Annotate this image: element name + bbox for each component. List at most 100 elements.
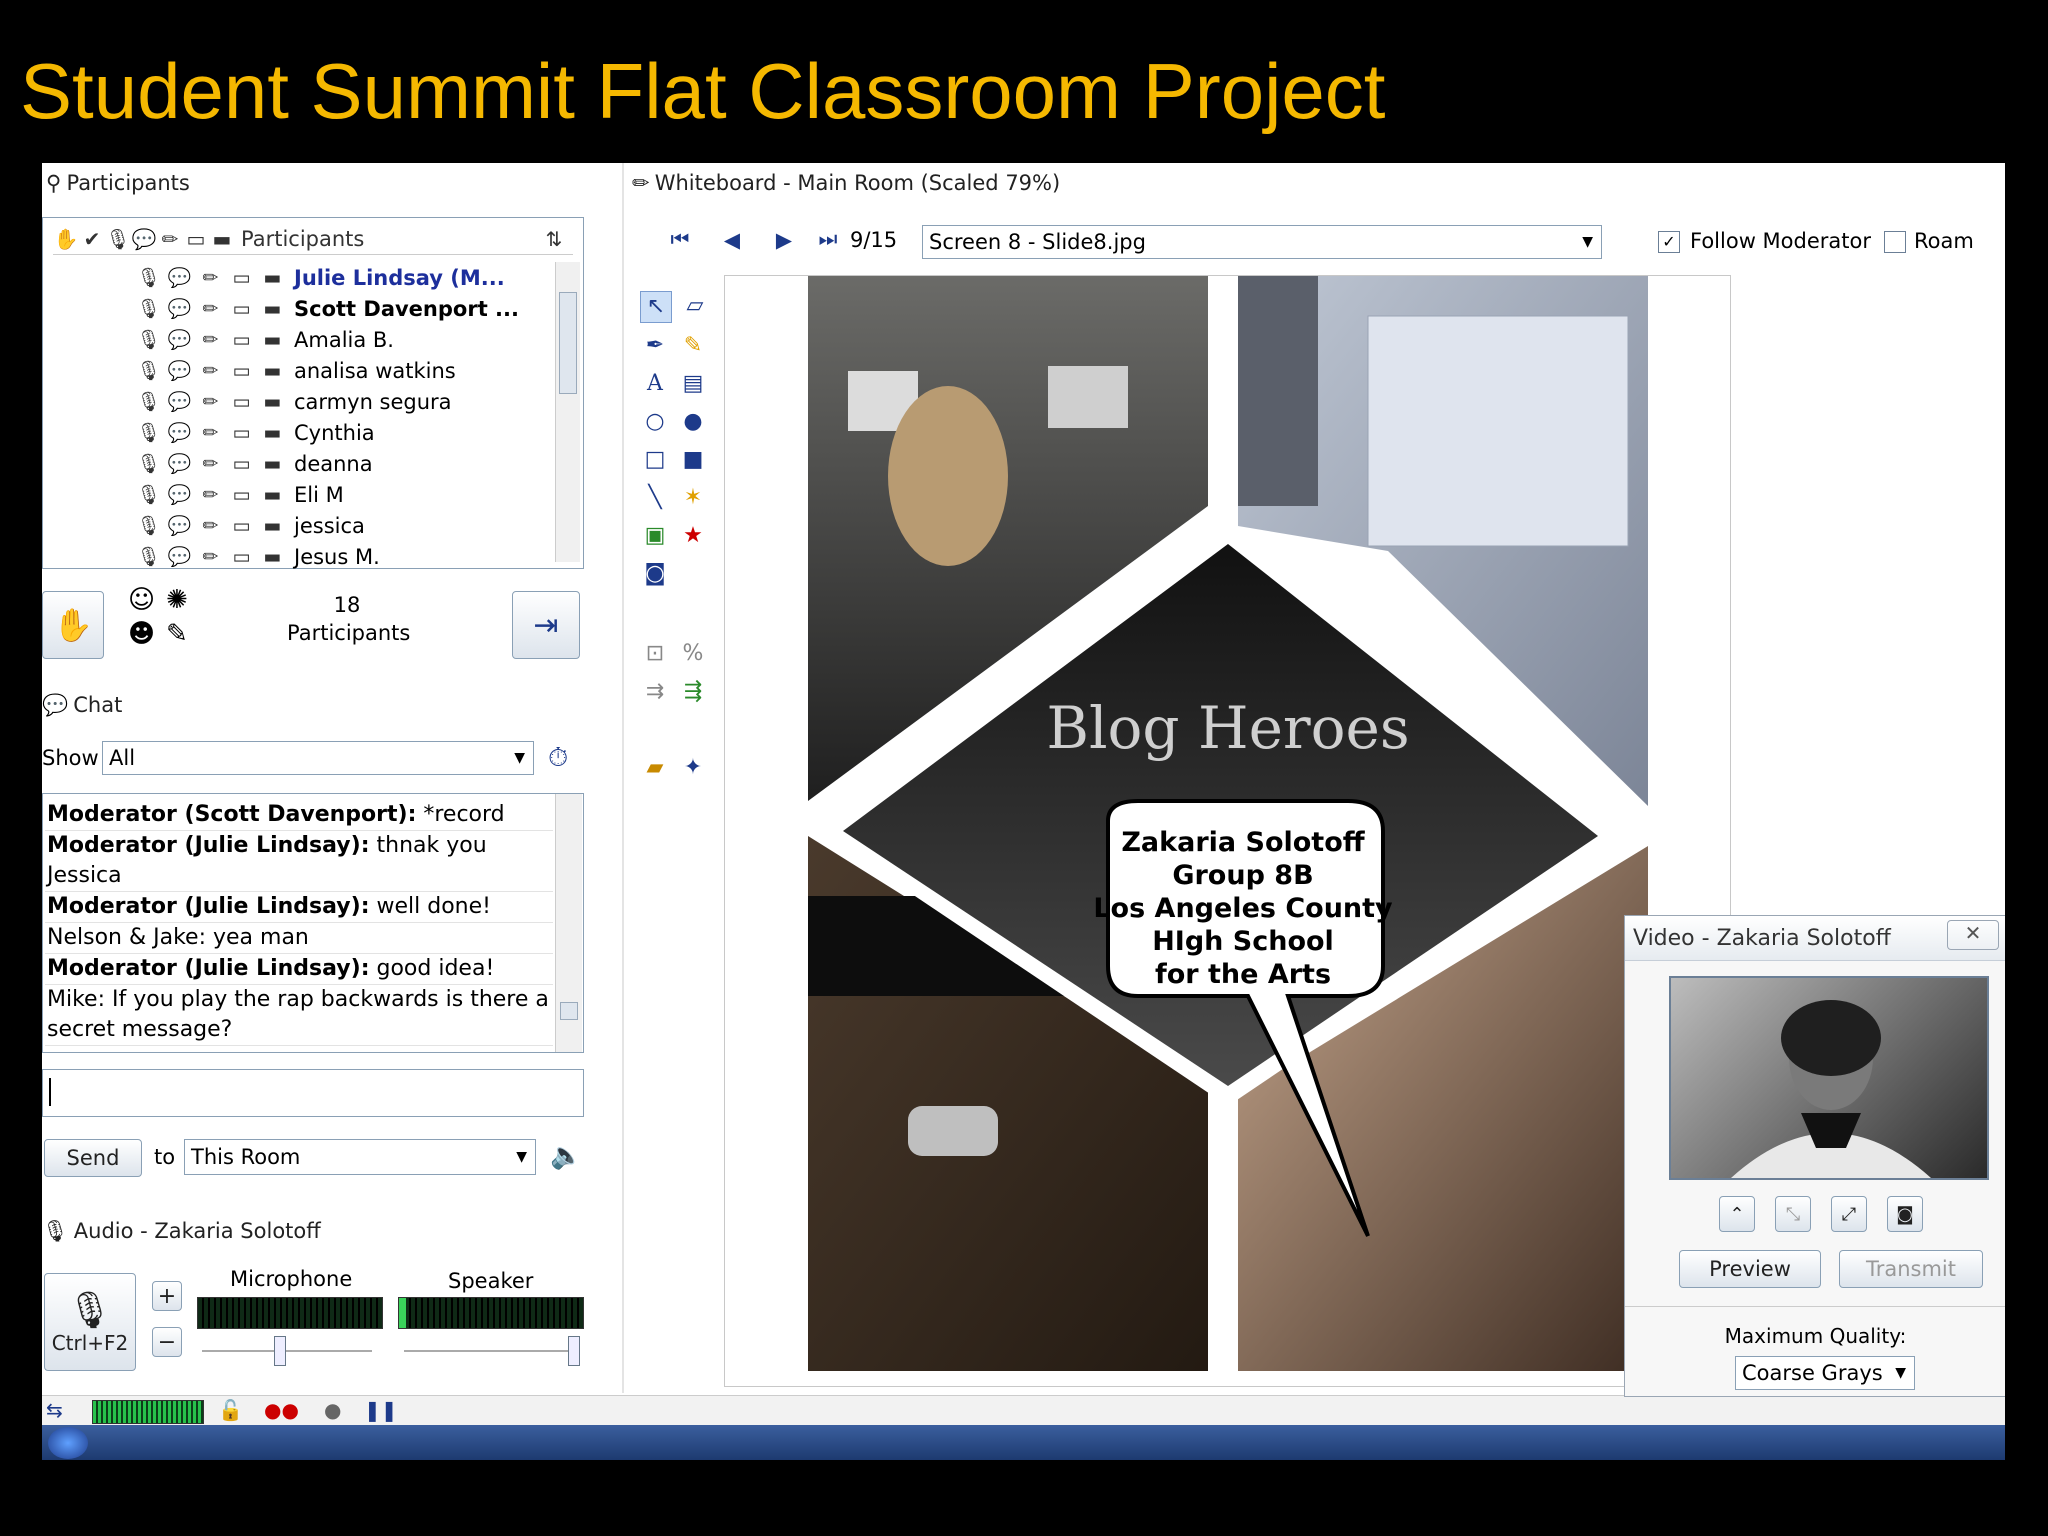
screen-capture-tool-icon[interactable]: ◙	[640, 559, 670, 589]
chat-icon[interactable]: 💬	[164, 452, 195, 475]
frown-icon[interactable]: ✎	[166, 619, 188, 649]
microphone-icon[interactable]: 🎙	[133, 297, 164, 320]
chat-icon[interactable]: 💬	[164, 390, 195, 413]
microphone-slider-thumb[interactable]	[274, 1336, 286, 1366]
chat-filter-select[interactable]: All ▼	[102, 741, 534, 775]
camera-icon[interactable]: ▬	[257, 515, 288, 537]
microphone-icon[interactable]: 🎙	[133, 359, 164, 382]
pop-out-icon[interactable]: ⤢	[1831, 1196, 1867, 1232]
participants-scrollbar[interactable]	[555, 262, 580, 562]
participant-row[interactable]: 🎙 💬 ✏ ▭ ▬ carmyn segura	[133, 386, 543, 417]
camera-icon[interactable]: ▬	[257, 267, 288, 289]
microphone-icon[interactable]: 🎙	[133, 390, 164, 413]
pencil-icon[interactable]: ✏	[195, 267, 226, 289]
chat-icon[interactable]: 💬	[164, 483, 195, 506]
participants-column-label[interactable]: Participants	[241, 227, 364, 251]
record-button-icon[interactable]: ●	[324, 1398, 341, 1422]
speaker-volume-slider[interactable]	[404, 1336, 580, 1366]
participant-row[interactable]: 🎙 💬 ✏ ▭ ▬ Scott Davenport ...	[133, 293, 543, 324]
chat-icon[interactable]: 💬	[164, 297, 195, 320]
follow-moderator-checkbox[interactable]: ✓	[1658, 231, 1680, 253]
talk-button[interactable]: 🎙 Ctrl+F2	[44, 1273, 136, 1371]
explorer-icon[interactable]: ✦	[678, 753, 708, 783]
screen-icon[interactable]: ▭	[226, 484, 257, 506]
preview-button[interactable]: Preview	[1679, 1250, 1821, 1288]
pencil-icon[interactable]: ✏	[195, 298, 226, 320]
chat-icon[interactable]: 💬	[164, 421, 195, 444]
filled-circle-tool-icon[interactable]: ●	[678, 407, 708, 437]
participant-row[interactable]: 🎙 💬 ✏ ▭ ▬ jessica	[133, 510, 543, 541]
screen-icon[interactable]: ▭	[226, 422, 257, 444]
text-box-tool-icon[interactable]: ▤	[678, 369, 708, 399]
smile-icon[interactable]: ☺	[128, 585, 155, 615]
pause-icon[interactable]: ❚❚	[364, 1398, 398, 1422]
microphone-icon[interactable]: 🎙	[133, 266, 164, 289]
camera-icon[interactable]: ▬	[257, 484, 288, 506]
bring-front-tool-icon[interactable]: ⇶	[678, 677, 708, 707]
recording-icon[interactable]: ●●	[264, 1398, 299, 1422]
microphone-icon[interactable]: 🎙	[133, 328, 164, 351]
microphone-icon[interactable]: 🎙	[133, 483, 164, 506]
chat-input[interactable]	[42, 1069, 584, 1117]
pen-tool-icon[interactable]: ✒	[640, 331, 670, 361]
pencil-icon[interactable]: ✏	[195, 484, 226, 506]
screen-icon[interactable]: ▭	[226, 546, 257, 568]
whiteboard-canvas[interactable]: Blog Heroes Zakaria Solotoff Group 8B Los …	[724, 275, 1731, 1387]
video-column-icon[interactable]: ▬	[209, 227, 235, 251]
shrink-icon[interactable]: ⤡	[1775, 1196, 1811, 1232]
image-tool-icon[interactable]: ▣	[640, 521, 670, 551]
chat-icon[interactable]: 💬	[164, 328, 195, 351]
raise-hand-icon[interactable]: ✋	[53, 227, 79, 251]
transmit-button[interactable]: Transmit	[1839, 1250, 1983, 1288]
screen-icon[interactable]: ▭	[226, 391, 257, 413]
screen-icon[interactable]: ▭	[226, 453, 257, 475]
chat-column-icon[interactable]: 💬	[131, 227, 157, 251]
app-share-column-icon[interactable]: ▭	[183, 227, 209, 251]
screen-icon[interactable]: ▭	[226, 360, 257, 382]
chat-icon[interactable]: 💬	[164, 514, 195, 537]
camera-icon[interactable]: ▬	[257, 422, 288, 444]
speaker-slider-thumb[interactable]	[568, 1336, 580, 1366]
chat-icon[interactable]: 💬	[164, 545, 195, 568]
pencil-icon[interactable]: ✏	[195, 391, 226, 413]
collapse-icon[interactable]: ⌃	[1719, 1196, 1755, 1232]
clock-icon[interactable]: ⏱	[548, 743, 568, 774]
next-page-icon[interactable]: ▶	[758, 228, 810, 252]
screen-icon[interactable]: ▭	[226, 298, 257, 320]
participant-row[interactable]: 🎙 💬 ✏ ▭ ▬ deanna	[133, 448, 543, 479]
microphone-column-icon[interactable]: 🎙	[105, 227, 131, 251]
group-tool-icon[interactable]: ⊡	[640, 639, 670, 669]
volume-down-button[interactable]: −	[152, 1327, 182, 1357]
highlighter-tool-icon[interactable]: ✎	[678, 331, 708, 361]
permissions-icon[interactable]: ✔	[79, 227, 105, 251]
microphone-icon[interactable]: 🎙	[133, 452, 164, 475]
laugh-icon[interactable]: ☻	[128, 619, 155, 649]
close-icon[interactable]: ✕	[1947, 920, 1999, 950]
magic-wand-tool-icon[interactable]: ✶	[678, 483, 708, 513]
microphone-icon[interactable]: 🎙	[133, 514, 164, 537]
whiteboard-column-icon[interactable]: ✏	[157, 227, 183, 251]
open-folder-icon[interactable]: ▰	[640, 753, 670, 783]
microphone-volume-slider[interactable]	[202, 1336, 372, 1366]
eraser-tool-icon[interactable]: ▱	[680, 291, 710, 321]
pencil-icon[interactable]: ✏	[195, 360, 226, 382]
quality-select[interactable]: Coarse Grays ▼	[1735, 1356, 1915, 1390]
circle-tool-icon[interactable]: ○	[640, 407, 670, 437]
participant-row[interactable]: 🎙 💬 ✏ ▭ ▬ Amalia B.	[133, 324, 543, 355]
send-back-tool-icon[interactable]: ⇉	[640, 677, 670, 707]
scrollbar-thumb[interactable]	[559, 292, 577, 394]
filled-rectangle-tool-icon[interactable]: ■	[678, 445, 708, 475]
snapshot-icon[interactable]: ◙	[1887, 1196, 1923, 1232]
rectangle-tool-icon[interactable]: □	[640, 445, 670, 475]
camera-icon[interactable]: ▬	[257, 298, 288, 320]
camera-icon[interactable]: ▬	[257, 453, 288, 475]
participant-row[interactable]: 🎙 💬 ✏ ▭ ▬ Eli M	[133, 479, 543, 510]
roam-checkbox[interactable]	[1884, 231, 1906, 253]
microphone-icon[interactable]: 🎙	[133, 421, 164, 444]
camera-icon[interactable]: ▬	[257, 329, 288, 351]
screen-icon[interactable]: ▭	[226, 329, 257, 351]
pencil-icon[interactable]: ✏	[195, 546, 226, 568]
applause-icon[interactable]: ✺	[166, 585, 188, 615]
scale-tool-icon[interactable]: %	[678, 639, 708, 669]
camera-icon[interactable]: ▬	[257, 546, 288, 568]
